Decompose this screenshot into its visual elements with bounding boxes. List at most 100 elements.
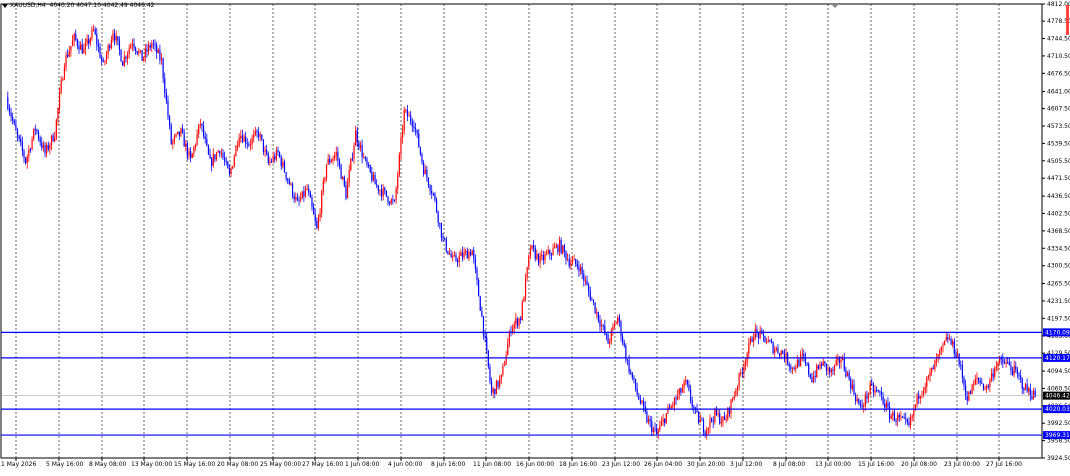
level-price-label: 4020.03 <box>1045 406 1070 413</box>
candle-body <box>481 310 483 317</box>
time-label: 15 Jul 16:00 <box>858 461 894 468</box>
candle-body <box>588 284 590 292</box>
candle-body <box>490 381 493 393</box>
candle-body <box>596 312 598 314</box>
candle-body <box>290 183 292 185</box>
candle-body <box>308 188 310 193</box>
candle-body <box>732 398 734 400</box>
candle-body <box>863 405 865 407</box>
candle-body <box>395 188 397 201</box>
candle-body <box>832 369 834 371</box>
candle-body <box>660 421 663 426</box>
candle-body <box>413 126 415 129</box>
candle-body <box>139 50 142 52</box>
candle-body <box>890 415 892 419</box>
candle-body <box>607 334 609 344</box>
candle-body <box>720 422 722 424</box>
candle-body <box>463 252 465 258</box>
candle-body <box>494 388 496 395</box>
candle-body <box>571 260 574 264</box>
candle-body <box>646 411 648 423</box>
candle-body <box>987 385 989 387</box>
candle-body <box>563 245 565 252</box>
candle-body <box>58 92 61 108</box>
candle-body <box>29 149 32 151</box>
candle-body <box>557 245 559 253</box>
candle-body <box>730 399 732 414</box>
current-price-label: 4046.42 <box>1045 393 1070 400</box>
candle-body <box>86 39 88 44</box>
candle-body <box>401 130 404 138</box>
candle-body <box>502 365 504 375</box>
price-tick-label: 4368.50 <box>1047 228 1070 235</box>
candle-body <box>825 363 828 371</box>
candle-body <box>667 407 669 414</box>
candle-body <box>335 151 337 156</box>
candle-body <box>536 253 538 259</box>
candle-body <box>96 34 98 45</box>
candle-body <box>622 336 624 343</box>
candle-body <box>591 299 593 301</box>
candle-body <box>626 359 629 361</box>
candle-body <box>668 407 671 409</box>
candle-body <box>283 161 286 173</box>
price-chart[interactable]: 1 May 2026 5 May 16:00 8 May 08:00 13 May 0… <box>0 0 1070 476</box>
candle-body <box>343 176 345 186</box>
candle-body <box>903 417 905 419</box>
candle-body <box>657 430 659 434</box>
candle-body <box>947 337 949 340</box>
candle-body <box>264 149 266 152</box>
time-label: 13 May 00:00 <box>131 461 172 468</box>
candle-body <box>683 381 685 389</box>
candle-body <box>211 158 213 166</box>
candle-body <box>1016 369 1018 374</box>
candle-body <box>791 367 794 369</box>
candle-body <box>228 168 231 174</box>
candle-body <box>1015 366 1017 370</box>
candle-body <box>325 164 328 179</box>
time-label: 8 May 08:00 <box>89 461 127 468</box>
candle-body <box>772 342 774 354</box>
scroll-indicator[interactable] <box>1066 5 1069 35</box>
candle-body <box>345 185 347 199</box>
candle-body <box>982 383 985 390</box>
candle-body <box>361 145 363 158</box>
candle-body <box>92 29 95 31</box>
candle-body <box>52 135 54 142</box>
candle-body <box>321 191 323 214</box>
candle-body <box>689 389 692 401</box>
candle-body <box>73 33 75 41</box>
candle-body <box>552 248 554 256</box>
candle-body <box>269 161 271 163</box>
candle-body <box>932 367 934 370</box>
shift-marker-icon[interactable] <box>831 4 839 8</box>
candle-body <box>620 321 622 337</box>
candle-body <box>1007 361 1009 363</box>
candle-body <box>675 397 677 400</box>
candle-body <box>1032 390 1035 399</box>
candle-body <box>757 332 760 339</box>
candle-body <box>989 379 991 387</box>
candle-body <box>253 134 255 138</box>
candle-body <box>830 369 832 373</box>
candle-body <box>487 350 489 367</box>
candle-body <box>879 391 881 393</box>
candle-body <box>99 47 101 58</box>
candle-body <box>1000 358 1002 360</box>
candle-body <box>342 176 344 179</box>
candle-body <box>146 48 148 52</box>
candle-body <box>884 403 886 408</box>
candle-body <box>897 414 899 421</box>
candle-body <box>282 161 284 167</box>
candle-body <box>600 325 603 327</box>
candle-body <box>612 326 614 331</box>
plot-frame <box>0 3 1043 459</box>
candle-body <box>16 130 19 136</box>
candle-body <box>1013 366 1015 375</box>
candle-body <box>332 158 334 161</box>
candle-body <box>1023 388 1025 391</box>
candle-body <box>366 159 368 165</box>
candle-body <box>80 44 82 50</box>
candle-body <box>840 360 842 363</box>
candle-body <box>573 258 575 261</box>
